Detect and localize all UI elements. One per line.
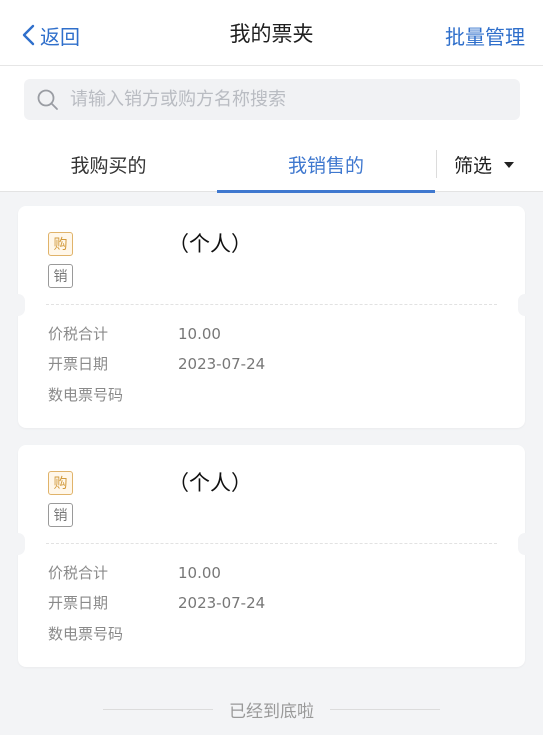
invoice-list: 购 销 （个人） 价税合计 10.00 开票日期 2023-07-24 数电票号码 … xyxy=(11,206,532,684)
party-name: （个人） xyxy=(168,232,252,256)
tab-sold[interactable]: 我销售的 xyxy=(217,136,435,193)
buyer-badge: 购 xyxy=(48,471,73,495)
party-name: （个人） xyxy=(168,471,252,495)
field-value: 2023-07-24 xyxy=(178,355,266,373)
dashed-divider xyxy=(46,304,497,305)
ticket-notch xyxy=(518,533,532,555)
tab-divider xyxy=(436,150,437,178)
invoice-card[interactable]: 购 销 （个人） 价税合计 10.00 开票日期 2023-07-24 数电票号码 xyxy=(11,206,532,428)
field-label: 数电票号码 xyxy=(48,625,124,643)
field-total: 价税合计 10.00 xyxy=(48,323,221,344)
back-button[interactable]: 返回 xyxy=(20,20,80,50)
field-number: 数电票号码 xyxy=(48,623,178,644)
field-label: 数电票号码 xyxy=(48,386,124,404)
dashed-divider xyxy=(46,543,497,544)
footer-line xyxy=(103,708,213,710)
search-input[interactable] xyxy=(70,89,490,110)
seller-badge: 销 xyxy=(48,503,73,527)
back-label: 返回 xyxy=(40,24,80,49)
field-date: 开票日期 2023-07-24 xyxy=(48,353,265,374)
end-text: 已经到底啦 xyxy=(229,701,314,722)
field-label: 价税合计 xyxy=(48,564,109,582)
field-total: 价税合计 10.00 xyxy=(48,562,221,583)
field-value: 2023-07-24 xyxy=(178,594,266,612)
search-bar xyxy=(0,66,543,136)
chevron-left-icon xyxy=(22,24,35,46)
ticket-notch xyxy=(518,294,532,316)
filter-button[interactable]: 筛选 xyxy=(454,136,515,192)
field-label: 开票日期 xyxy=(48,355,109,373)
buyer-badge: 购 xyxy=(48,232,73,256)
field-value: 10.00 xyxy=(178,564,221,582)
ticket-notch xyxy=(11,294,25,316)
caret-down-icon xyxy=(504,162,515,168)
tab-purchased[interactable]: 我购买的 xyxy=(0,136,217,192)
filter-label: 筛选 xyxy=(454,154,493,177)
list-end-indicator: 已经到底啦 xyxy=(0,696,543,722)
field-label: 开票日期 xyxy=(48,594,109,612)
seller-badge: 销 xyxy=(48,264,73,288)
field-value: 10.00 xyxy=(178,325,221,343)
search-box[interactable] xyxy=(24,79,520,120)
search-icon xyxy=(37,89,58,110)
field-number: 数电票号码 xyxy=(48,384,178,405)
field-label: 价税合计 xyxy=(48,325,109,343)
field-date: 开票日期 2023-07-24 xyxy=(48,592,265,613)
ticket-notch xyxy=(11,533,25,555)
tab-bar: 我购买的 我销售的 筛选 xyxy=(0,136,543,193)
invoice-card[interactable]: 购 销 （个人） 价税合计 10.00 开票日期 2023-07-24 数电票号码 xyxy=(11,445,532,667)
nav-bar: 返回 我的票夹 批量管理 xyxy=(0,0,543,66)
footer-line xyxy=(330,708,440,710)
batch-manage-button[interactable]: 批量管理 xyxy=(445,21,525,50)
